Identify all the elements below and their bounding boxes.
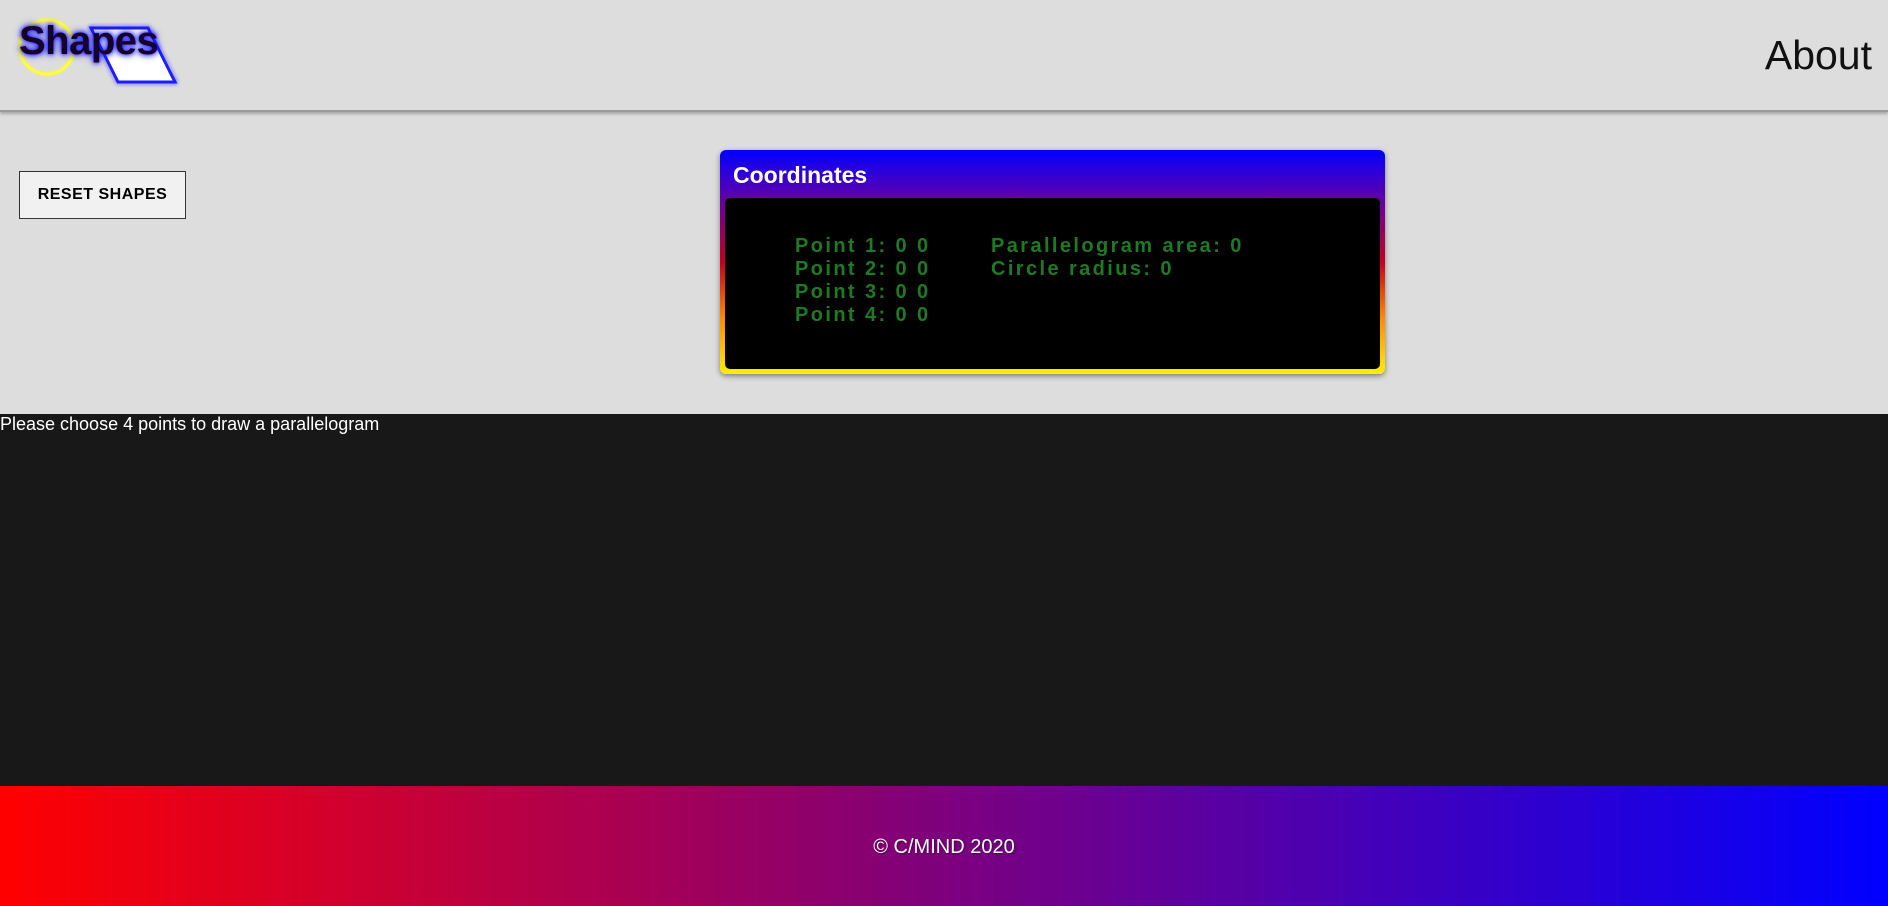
canvas-instruction: Please choose 4 points to draw a paralle… — [0, 414, 380, 434]
circle-radius-readout: Circle radius: 0 — [991, 258, 1174, 280]
point-4-readout: Point 4: 0 0 — [795, 304, 931, 326]
about-link[interactable]: About — [1765, 32, 1872, 79]
coordinates-title: Coordinates — [733, 162, 868, 188]
coordinates-panel: Coordinates Point 1: 0 0 Point 2: 0 0 Po… — [720, 150, 1385, 374]
point-1-readout: Point 1: 0 0 — [795, 235, 931, 257]
drawing-canvas[interactable]: Please choose 4 points to draw a paralle… — [0, 414, 1888, 786]
site-footer: © C/MIND 2020 — [0, 786, 1888, 906]
point-2-readout: Point 2: 0 0 — [795, 258, 931, 280]
site-header: Shapes About — [0, 0, 1888, 112]
shapes-logo[interactable]: Shapes — [16, 14, 186, 90]
coordinates-display: Point 1: 0 0 Point 2: 0 0 Point 3: 0 0 P… — [725, 198, 1380, 369]
logo-text: Shapes — [19, 19, 159, 63]
reset-shapes-button[interactable]: RESET SHAPES — [19, 171, 186, 219]
copyright-text: © C/MIND 2020 — [873, 836, 1015, 858]
parallelogram-area-readout: Parallelogram area: 0 — [991, 235, 1244, 257]
point-3-readout: Point 3: 0 0 — [795, 281, 931, 303]
point-list: Point 1: 0 0 Point 2: 0 0 Point 3: 0 0 P… — [795, 235, 931, 327]
shape-metrics: Parallelogram area: 0 Circle radius: 0 — [991, 235, 1244, 281]
